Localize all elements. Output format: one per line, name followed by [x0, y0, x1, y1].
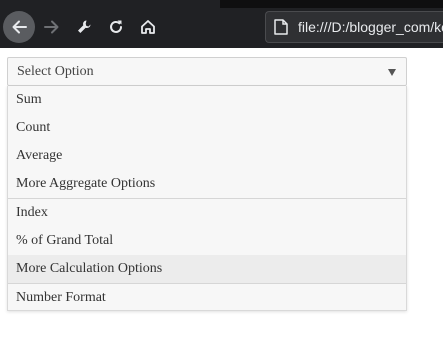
- option-number-format[interactable]: Number Format: [8, 284, 406, 312]
- select-value: Select Option: [17, 63, 94, 79]
- page-icon: [274, 19, 288, 35]
- option-average[interactable]: Average: [8, 142, 406, 170]
- wrench-icon: [78, 20, 91, 33]
- option-group-calculation: Index % of Grand Total More Calculation …: [8, 199, 406, 284]
- option-percent-grand-total[interactable]: % of Grand Total: [8, 227, 406, 255]
- option-group-format: Number Format: [8, 284, 406, 312]
- option-group-aggregate: Sum Count Average More Aggregate Options: [8, 86, 406, 199]
- select-option-dropdown[interactable]: Select Option: [7, 57, 407, 86]
- back-button[interactable]: [3, 11, 35, 43]
- home-button[interactable]: [132, 11, 164, 43]
- tab-strip: [220, 0, 443, 8]
- back-arrow-icon: [12, 20, 27, 34]
- forward-arrow-icon: [44, 20, 59, 34]
- address-text: file:///D:/blogger_com/ko: [298, 19, 443, 35]
- option-count[interactable]: Count: [8, 114, 406, 142]
- tools-button[interactable]: [68, 11, 100, 43]
- option-more-calculation[interactable]: More Calculation Options: [8, 255, 406, 283]
- forward-button[interactable]: [36, 11, 68, 43]
- browser-toolbar: file:///D:/blogger_com/ko: [0, 0, 443, 48]
- option-sum[interactable]: Sum: [8, 86, 406, 114]
- reload-button[interactable]: [100, 11, 132, 43]
- option-more-aggregate[interactable]: More Aggregate Options: [8, 170, 406, 198]
- caret-down-icon: [388, 69, 396, 76]
- options-list: Sum Count Average More Aggregate Options…: [7, 86, 407, 311]
- option-index[interactable]: Index: [8, 199, 406, 227]
- address-bar[interactable]: file:///D:/blogger_com/ko: [265, 11, 443, 43]
- home-icon: [141, 20, 155, 34]
- reload-icon: [110, 20, 122, 33]
